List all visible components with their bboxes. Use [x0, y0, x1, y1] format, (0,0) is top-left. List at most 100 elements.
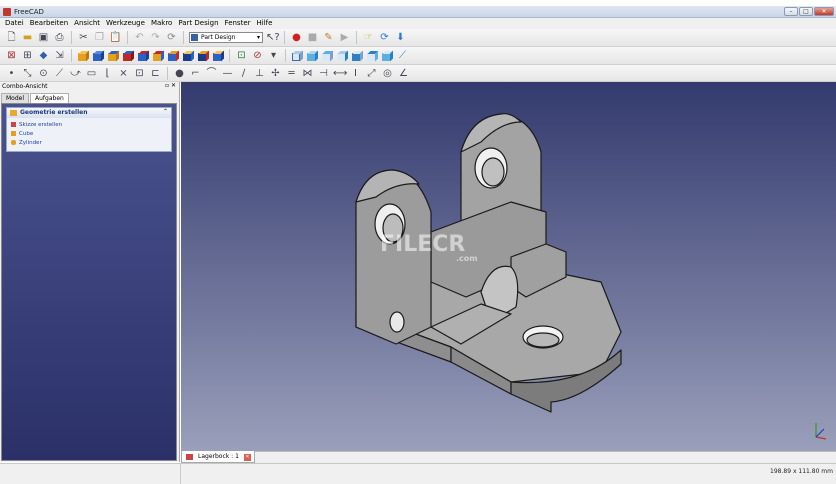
task-link-cube[interactable]: Cube [10, 129, 168, 138]
box-right-icon[interactable] [336, 50, 349, 62]
sketch-line-icon[interactable]: ⤡ [21, 67, 34, 80]
view-isometric-icon[interactable] [182, 50, 195, 62]
measure-distance-icon[interactable]: ⟋ [396, 49, 409, 62]
constraint-symmetric-icon[interactable]: ⋈ [301, 67, 314, 80]
draw-style-icon[interactable]: ◆ [37, 49, 50, 62]
macro-stop-icon[interactable]: ■ [306, 31, 319, 44]
task-link-cylinder[interactable]: Zylinder [10, 138, 168, 147]
paste-icon[interactable]: 📋 [109, 31, 122, 44]
workbench-selector[interactable]: Part Design ▾ [189, 32, 263, 43]
tab-aufgaben[interactable]: Aufgaben [30, 93, 69, 103]
box-left-icon[interactable] [381, 50, 394, 62]
menu-ansicht[interactable]: Ansicht [72, 18, 104, 29]
view-dimetric-icon[interactable] [197, 50, 210, 62]
menu-hilfe[interactable]: Hilfe [255, 18, 277, 29]
sketch-point-icon[interactable]: • [5, 67, 18, 80]
collapse-icon[interactable]: ⌃ [163, 108, 168, 115]
constraint-angle-icon[interactable]: ∠ [397, 67, 410, 80]
box-rear-icon[interactable] [351, 50, 364, 62]
constraint-vertical-icon[interactable]: ∕ [237, 67, 250, 80]
open-folder-icon[interactable]: ▬ [21, 31, 34, 44]
menu-makro[interactable]: Makro [149, 18, 176, 29]
whats-this-icon[interactable]: ↖? [266, 31, 280, 44]
view-front-icon[interactable] [92, 50, 105, 62]
view-right-icon[interactable] [122, 50, 135, 62]
view-top-icon[interactable] [107, 50, 120, 62]
menu-bearbeiten[interactable]: Bearbeiten [28, 18, 72, 29]
3d-viewport[interactable]: FILECR .com [181, 82, 836, 451]
fit-all-icon[interactable]: ⊠ [5, 49, 18, 62]
sketch-arc-icon[interactable]: ⤻ [69, 67, 82, 80]
new-file-icon[interactable]: 🗋 [5, 31, 18, 44]
dock-buttons[interactable]: ▫ ✕ [165, 82, 176, 89]
view-rear-icon[interactable] [137, 50, 150, 62]
menu-datei[interactable]: Datei [3, 18, 28, 29]
copy-icon[interactable]: ❐ [93, 31, 106, 44]
fit-selection-icon[interactable]: ⊞ [21, 49, 34, 62]
constraint-horizontal-icon[interactable]: — [221, 67, 234, 80]
tab-model[interactable]: Model [1, 93, 30, 103]
box-front-icon[interactable] [306, 50, 319, 62]
sketch-construction-icon[interactable]: ⊏ [149, 67, 162, 80]
macro-run-icon[interactable]: ▶ [338, 31, 351, 44]
view-left-icon[interactable] [167, 50, 180, 62]
view-axonometric-icon[interactable] [77, 50, 90, 62]
cut-icon[interactable]: ✂ [77, 31, 90, 44]
constraint-radius-icon[interactable]: ◎ [381, 67, 394, 80]
box-bottom-icon[interactable] [366, 50, 379, 62]
document-tab-bar: Lagerbock : 1 ✕ [181, 451, 836, 463]
maximize-button[interactable]: □ [799, 7, 813, 16]
no-entry-icon[interactable]: ⊘ [251, 49, 264, 62]
constraint-parallel-icon[interactable]: ✢ [269, 67, 282, 80]
recompute-icon[interactable]: ⟳ [378, 31, 391, 44]
redo-icon[interactable]: ↷ [149, 31, 162, 44]
close-button[interactable]: ✕ [814, 7, 834, 16]
toolbar-separator [229, 49, 230, 62]
constraint-lock-icon[interactable]: ⊣ [317, 67, 330, 80]
window-title: FreeCAD [14, 8, 44, 16]
close-tab-icon[interactable]: ✕ [243, 454, 251, 461]
save-icon[interactable]: ▣ [37, 31, 50, 44]
watermark-subtext: .com [456, 254, 478, 263]
box-wire-icon[interactable] [291, 50, 304, 62]
view-trimetric-icon[interactable] [212, 50, 225, 62]
sketch-circle-icon[interactable]: ⊙ [37, 67, 50, 80]
task-box-body: Skizze erstellen Cube Zylinder [7, 118, 171, 151]
constraint-equal-icon[interactable]: ═ [285, 67, 298, 80]
arrow-down-icon[interactable]: ⬇ [394, 31, 407, 44]
minimize-button[interactable]: – [784, 7, 798, 16]
constraint-distance-icon[interactable]: ⤢ [365, 67, 378, 80]
pointer-icon[interactable]: ☞ [362, 31, 375, 44]
combo-view-header: Combo-Ansicht ▫ ✕ [0, 82, 179, 92]
constraint-vertical-distance-icon[interactable]: I [349, 67, 362, 80]
sketch-rectangle-icon[interactable]: ▭ [85, 67, 98, 80]
refresh-icon[interactable]: ⟳ [165, 31, 178, 44]
macro-edit-icon[interactable]: ✎ [322, 31, 335, 44]
measure-icon[interactable]: ⊡ [235, 49, 248, 62]
constraint-point-on-object-icon[interactable]: ⌒ [205, 67, 218, 80]
dropdown-arrow-icon[interactable]: ▾ [267, 49, 280, 62]
constraint-horizontal-distance-icon[interactable]: ⟷ [333, 67, 347, 80]
axis-cross-icon [812, 419, 828, 441]
menu-werkzeuge[interactable]: Werkzeuge [104, 18, 149, 29]
print-icon[interactable]: ⎙ [53, 31, 66, 44]
sketch-trim-icon[interactable]: ⨯ [117, 67, 130, 80]
sketch-external-icon[interactable]: ⊡ [133, 67, 146, 80]
menu-part-design[interactable]: Part Design [176, 18, 222, 29]
task-link-create-sketch[interactable]: Skizze erstellen [10, 120, 168, 129]
sketch-fillet-icon[interactable]: ⌊ [101, 67, 114, 80]
toolbar-separator [167, 66, 168, 80]
box-top-icon[interactable] [321, 50, 334, 62]
constraint-tangent-icon[interactable]: ⌐ [189, 67, 202, 80]
document-tab[interactable]: Lagerbock : 1 ✕ [181, 451, 255, 463]
constraint-perpendicular-icon[interactable]: ⊥ [253, 67, 266, 80]
cube-icon [11, 131, 16, 136]
sketch-polyline-icon[interactable]: ⟋ [53, 67, 66, 80]
menu-fenster[interactable]: Fenster [223, 18, 255, 29]
constraint-coincident-icon[interactable]: ● [173, 67, 186, 80]
macro-record-icon[interactable]: ● [290, 31, 303, 44]
undo-icon[interactable]: ↶ [133, 31, 146, 44]
stereo-icon[interactable]: ⇲ [53, 49, 66, 62]
view-bottom-icon[interactable] [152, 50, 165, 62]
task-box-header[interactable]: Geometrie erstellen ⌃ [7, 108, 171, 118]
